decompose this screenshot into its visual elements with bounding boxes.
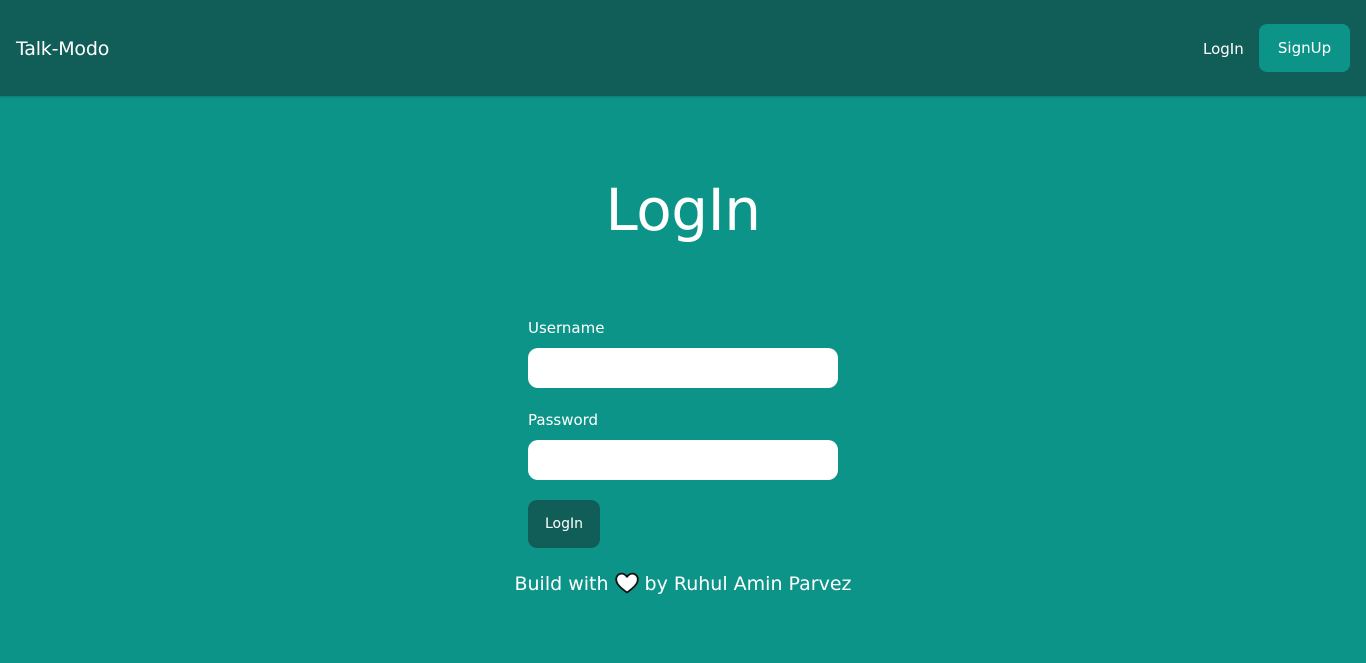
username-label: Username xyxy=(528,319,605,337)
password-input[interactable] xyxy=(528,440,838,480)
username-input[interactable] xyxy=(528,348,838,388)
password-label: Password xyxy=(528,411,599,429)
footer-credit: Build with by Ruhul Amin Parvez xyxy=(0,571,1366,597)
login-submit-button[interactable]: LogIn xyxy=(528,500,600,548)
nav-signup-button[interactable]: SignUp xyxy=(1259,24,1350,72)
footer-suffix: by Ruhul Amin Parvez xyxy=(644,573,852,595)
heart-icon xyxy=(614,572,639,594)
page-title: LogIn xyxy=(605,176,761,244)
footer-prefix: Build with xyxy=(514,573,609,595)
brand-logo[interactable]: Talk-Modo xyxy=(16,36,109,62)
nav-login-link[interactable]: LogIn xyxy=(1203,39,1244,59)
top-navbar: Talk-Modo LogIn SignUp xyxy=(0,0,1366,96)
